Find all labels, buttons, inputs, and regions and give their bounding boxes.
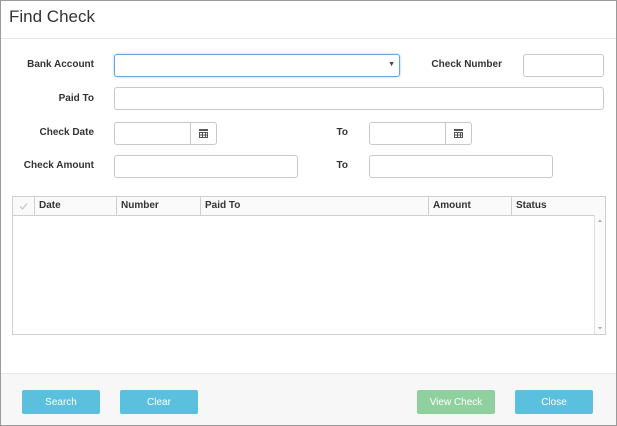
check-date-from-calendar-button[interactable]: [190, 122, 217, 145]
calendar-icon: [454, 129, 463, 138]
column-header-number[interactable]: Number: [116, 197, 200, 215]
grid-header: Date Number Paid To Amount Status: [13, 197, 605, 216]
clear-button[interactable]: Clear: [120, 390, 198, 414]
check-date-to-label: To: [336, 127, 348, 138]
bank-account-select[interactable]: ▼: [114, 54, 400, 77]
view-check-button[interactable]: View Check: [417, 390, 495, 414]
scroll-down-icon[interactable]: [595, 324, 605, 332]
column-header-date[interactable]: Date: [34, 197, 116, 215]
title-divider: [1, 38, 616, 39]
check-date-to-calendar-button[interactable]: [445, 122, 472, 145]
scroll-up-icon[interactable]: [595, 217, 605, 225]
select-all-checkbox[interactable]: [13, 197, 34, 215]
column-header-amount[interactable]: Amount: [428, 197, 511, 215]
checkmark-icon: [19, 203, 28, 210]
search-button[interactable]: Search: [22, 390, 100, 414]
check-amount-to-label: To: [336, 160, 348, 171]
check-amount-label: Check Amount: [23, 160, 94, 171]
paid-to-label: Paid To: [58, 93, 94, 104]
paid-to-input[interactable]: [114, 87, 604, 110]
close-button[interactable]: Close: [515, 390, 593, 414]
find-check-dialog: Find Check Bank Account ▼ Check Number P…: [0, 0, 617, 426]
column-header-status[interactable]: Status: [511, 197, 605, 215]
check-number-label: Check Number: [431, 59, 502, 70]
dialog-title: Find Check: [9, 7, 95, 26]
grid-vertical-scrollbar[interactable]: [594, 215, 605, 334]
check-amount-from-input[interactable]: [114, 155, 298, 178]
check-amount-to-input[interactable]: [369, 155, 553, 178]
check-date-label: Check Date: [39, 127, 94, 138]
check-date-from-input[interactable]: [114, 122, 191, 145]
bank-account-label: Bank Account: [27, 59, 94, 70]
chevron-down-icon: ▼: [388, 61, 395, 68]
check-date-to-input[interactable]: [369, 122, 446, 145]
column-header-paid-to[interactable]: Paid To: [200, 197, 428, 215]
calendar-icon: [199, 129, 208, 138]
results-grid: Date Number Paid To Amount Status: [12, 196, 606, 335]
check-number-input[interactable]: [523, 54, 604, 77]
